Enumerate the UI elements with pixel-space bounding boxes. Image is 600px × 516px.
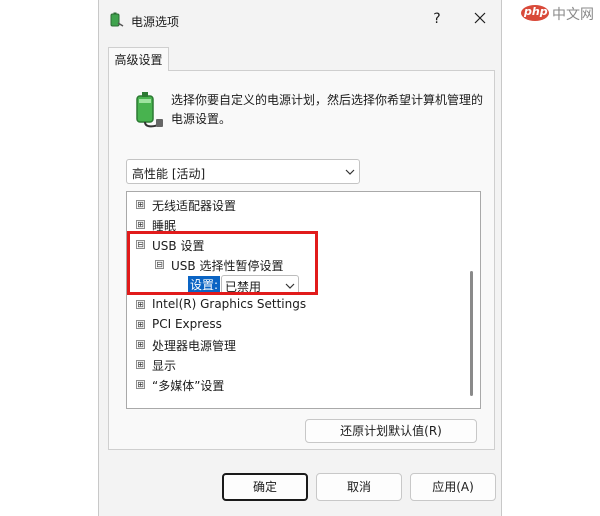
watermark-badge: php: [524, 5, 548, 18]
title-bar: 电源选项 ?: [99, 0, 501, 40]
tree-item-intel-graphics[interactable]: ⊞ Intel(R) Graphics Settings: [127, 295, 457, 315]
help-button[interactable]: ?: [429, 11, 445, 27]
tree-item-wireless-adapter[interactable]: ⊞ 无线适配器设置: [127, 195, 457, 215]
apply-button[interactable]: 应用(A): [410, 473, 496, 501]
tree-item-label: 无线适配器设置: [152, 199, 237, 213]
power-options-icon: [110, 12, 124, 27]
window-title: 电源选项: [131, 15, 180, 29]
power-plan-dropdown[interactable]: 高性能 [活动]: [126, 159, 360, 184]
scrollbar-thumb[interactable]: [470, 271, 473, 396]
expand-icon[interactable]: ⊞: [136, 200, 145, 209]
expand-icon[interactable]: ⊞: [136, 220, 145, 229]
expand-icon[interactable]: ⊞: [136, 380, 145, 389]
description-text: 选择你要自定义的电源计划，然后选择你希望计算机管理的电源设置。: [171, 93, 484, 126]
expand-icon[interactable]: ⊞: [136, 360, 145, 369]
power-plan-value: 高性能 [活动]: [132, 167, 206, 181]
tree-item-label: Intel(R) Graphics Settings: [152, 297, 307, 311]
annotation-highlight-box: [127, 231, 318, 295]
tree-item-label: 处理器电源管理: [152, 339, 237, 353]
background: [0, 0, 98, 516]
settings-tree[interactable]: ⊞ 无线适配器设置 ⊞ 睡眠 ⊟ USB 设置 ⊟ USB 选择性暂停设置 设置…: [126, 191, 481, 409]
expand-icon[interactable]: ⊞: [136, 340, 145, 349]
restore-defaults-button[interactable]: 还原计划默认值(R): [305, 419, 477, 443]
tree-item-pci-express[interactable]: ⊞ PCI Express: [127, 315, 457, 335]
chevron-down-icon: [345, 169, 355, 175]
expand-icon[interactable]: ⊞: [136, 300, 145, 309]
tree-item-label: 显示: [152, 359, 177, 373]
watermark-text: 中文网: [552, 7, 594, 23]
cancel-button[interactable]: 取消: [316, 473, 402, 501]
tree-item-multimedia[interactable]: ⊞ “多媒体”设置: [127, 375, 457, 395]
battery-plug-icon: [136, 92, 163, 128]
tree-item-label: “多媒体”设置: [152, 379, 225, 393]
tree-item-label: PCI Express: [152, 317, 222, 331]
ok-button[interactable]: 确定: [222, 473, 308, 501]
expand-icon[interactable]: ⊞: [136, 320, 145, 329]
close-icon[interactable]: [471, 9, 489, 27]
tree-item-display[interactable]: ⊞ 显示: [127, 355, 457, 375]
tree-item-processor-power[interactable]: ⊞ 处理器电源管理: [127, 335, 457, 355]
site-watermark: php 中文网: [520, 2, 600, 24]
tree-scrollbar[interactable]: [466, 194, 478, 406]
tab-advanced-settings[interactable]: 高级设置: [108, 47, 169, 71]
